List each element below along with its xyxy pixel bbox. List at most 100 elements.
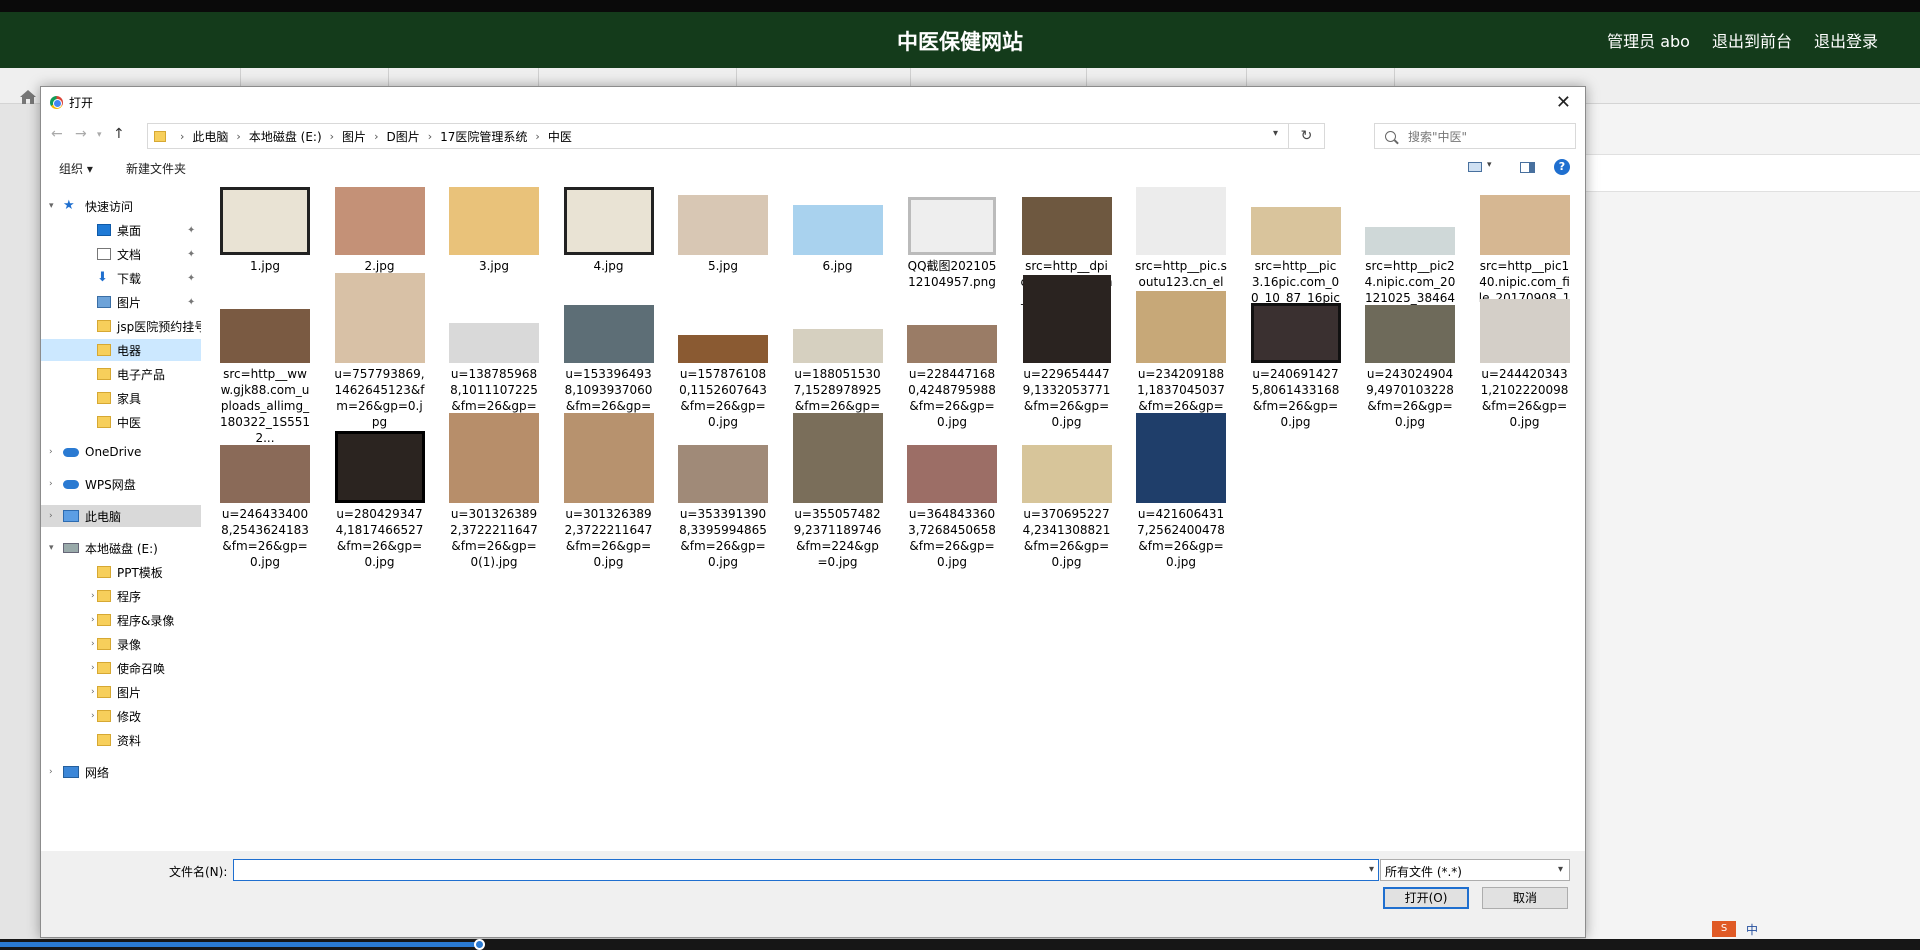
chevron-right-icon[interactable]: ›	[91, 639, 95, 649]
chevron-right-icon[interactable]: ›	[49, 511, 53, 521]
file-item[interactable]: u=2284471680,4248795988&fm=26&gp=0.jpg	[906, 325, 998, 430]
chevron-right-icon[interactable]: ›	[49, 479, 53, 489]
video-progress-bar[interactable]	[0, 939, 1920, 950]
new-folder-button[interactable]: 新建文件夹	[126, 160, 186, 177]
refresh-icon[interactable]: ↻	[1288, 124, 1324, 148]
breadcrumb-item[interactable]: 图片	[342, 128, 366, 145]
nav-item[interactable]: ⬇ 下载 ✦	[41, 267, 201, 289]
file-item[interactable]: 2.jpg	[334, 187, 426, 274]
image-thumbnail	[1021, 197, 1112, 255]
front-link[interactable]: 退出到前台	[1712, 28, 1792, 52]
file-item[interactable]: u=2804293474,1817466527&fm=26&gp=0.jpg	[334, 431, 426, 570]
nav-item[interactable]: › 此电脑	[41, 505, 201, 527]
file-item[interactable]: u=3533913908,3395994865&fm=26&gp=0.jpg	[677, 445, 769, 570]
nav-item[interactable]: 电子产品	[41, 363, 201, 385]
nav-item[interactable]: ▾ ★ 快速访问	[41, 195, 201, 217]
nav-item[interactable]: 资料	[41, 729, 201, 751]
nav-item[interactable]: › 使命召唤	[41, 657, 201, 679]
address-bar[interactable]: › 此电脑 › 本地磁盘 (E:) › 图片 › D图片 › 17医院管理系统 …	[147, 123, 1325, 149]
up-arrow-icon[interactable]: ↑	[113, 126, 125, 142]
system-tray: S 中	[1712, 920, 1758, 938]
organize-button[interactable]: 组织 ▾	[59, 160, 93, 177]
file-item[interactable]: u=2464334008,2543624183&fm=26&gp=0.jpg	[219, 445, 311, 570]
admin-user-link[interactable]: 管理员 abo	[1607, 28, 1690, 52]
forward-arrow-icon[interactable]: →	[75, 126, 87, 142]
recent-chevron-icon[interactable]: ▾	[97, 130, 102, 140]
sogou-ime-icon[interactable]: S	[1712, 921, 1736, 937]
breadcrumb-item[interactable]: D图片	[386, 128, 419, 145]
file-item[interactable]: u=3706952274,2341308821&fm=26&gp=0.jpg	[1021, 445, 1113, 570]
chevron-right-icon[interactable]: ›	[91, 615, 95, 625]
file-item[interactable]: u=2406914275,8061433168&fm=26&gp=0.jpg	[1250, 303, 1342, 430]
file-item[interactable]: u=1533964938,1093937060&fm=26&gp=0.jpg	[563, 305, 655, 430]
nav-item[interactable]: › 网络	[41, 761, 201, 783]
view-icon[interactable]	[1468, 162, 1482, 172]
file-item[interactable]: u=3648433603,7268450658&fm=26&gp=0.jpg	[906, 445, 998, 570]
cancel-button[interactable]: 取消	[1482, 887, 1568, 909]
file-item[interactable]: 3.jpg	[448, 187, 540, 274]
image-thumbnail	[563, 305, 654, 363]
file-item[interactable]: u=2296544479,1332053771&fm=26&gp=0.jpg	[1021, 275, 1113, 430]
file-item[interactable]: 6.jpg	[792, 205, 884, 274]
nav-item[interactable]: › 程序&录像	[41, 609, 201, 631]
file-item[interactable]: u=2430249049,4970103228&fm=26&gp=0.jpg	[1364, 305, 1456, 430]
home-icon[interactable]	[20, 90, 36, 104]
chevron-down-icon[interactable]: ▾	[49, 543, 54, 553]
file-item[interactable]: u=2444203431,2102220098&fm=26&gp=0.jpg	[1479, 299, 1571, 430]
filename-dropdown-icon[interactable]: ▾	[1369, 864, 1374, 875]
nav-item-label: 电器	[117, 343, 142, 358]
chevron-right-icon[interactable]: ›	[91, 663, 95, 673]
open-button[interactable]: 打开(O)	[1383, 887, 1469, 909]
nav-item[interactable]: › 修改	[41, 705, 201, 727]
nav-item[interactable]: 中医	[41, 411, 201, 433]
chevron-right-icon[interactable]: ›	[91, 591, 95, 601]
file-item[interactable]: QQ截图20210512104957.png	[906, 197, 998, 290]
nav-item[interactable]: PPT模板	[41, 561, 201, 583]
nav-item[interactable]: › 程序	[41, 585, 201, 607]
breadcrumb-item[interactable]: 17医院管理系统	[440, 128, 527, 145]
nav-item[interactable]: › 图片	[41, 681, 201, 703]
filetype-select[interactable]: 所有文件 (*.*) ▾	[1380, 859, 1570, 881]
file-item[interactable]: 5.jpg	[677, 195, 769, 274]
nav-item[interactable]: › 录像	[41, 633, 201, 655]
nav-item[interactable]: 电器	[41, 339, 201, 361]
chevron-right-icon[interactable]: ›	[91, 687, 95, 697]
file-item[interactable]: u=3013263892,3722211647&fm=26&gp=0.jpg	[563, 413, 655, 570]
close-icon[interactable]: ✕	[1556, 92, 1571, 113]
breadcrumb-item[interactable]: 此电脑	[192, 128, 228, 145]
preview-pane-icon[interactable]	[1520, 162, 1535, 173]
address-dropdown-icon[interactable]: ▾	[1273, 128, 1278, 139]
file-item[interactable]: u=4216064317,2562400478&fm=26&gp=0.jpg	[1135, 413, 1227, 570]
file-item[interactable]: src=http__www.gjk88.com_uploads_allimg_1…	[219, 309, 311, 446]
nav-item[interactable]: jsp医院预约挂号 ✦	[41, 315, 206, 337]
help-icon[interactable]: ?	[1554, 159, 1570, 175]
file-item[interactable]: u=757793869,1462645123&fm=26&gp=0.jpg	[334, 273, 426, 430]
ime-mode-indicator[interactable]: 中	[1746, 921, 1758, 938]
progress-knob[interactable]	[474, 939, 485, 950]
breadcrumb-item[interactable]: 中医	[548, 128, 572, 145]
chevron-right-icon[interactable]: ›	[49, 767, 53, 777]
file-item[interactable]: u=3013263892,3722211647&fm=26&gp=0(1).jp…	[448, 413, 540, 570]
chevron-right-icon: ›	[236, 129, 241, 143]
breadcrumb-item[interactable]: 本地磁盘 (E:)	[249, 128, 322, 145]
file-item[interactable]: 4.jpg	[563, 187, 655, 274]
file-item[interactable]: u=2342091881,1837045037&fm=26&gp=0.jpg	[1135, 291, 1227, 430]
nav-item[interactable]: › OneDrive	[41, 441, 201, 463]
nav-item[interactable]: 桌面 ✦	[41, 219, 201, 241]
file-item[interactable]: u=1578761080,1152607643&fm=26&gp=0.jpg	[677, 335, 769, 430]
filename-input[interactable]: ▾	[233, 859, 1379, 881]
nav-item[interactable]: 图片 ✦	[41, 291, 201, 313]
nav-item[interactable]: › WPS网盘	[41, 473, 201, 495]
search-box[interactable]: 搜索"中医"	[1374, 123, 1576, 149]
logout-link[interactable]: 退出登录	[1814, 28, 1878, 52]
view-dropdown-icon[interactable]: ▾	[1487, 160, 1492, 170]
file-item[interactable]: 1.jpg	[219, 187, 311, 274]
chevron-right-icon[interactable]: ›	[49, 447, 53, 457]
nav-item[interactable]: ▾ 本地磁盘 (E:)	[41, 537, 201, 559]
nav-item[interactable]: 家具	[41, 387, 201, 409]
chevron-down-icon[interactable]: ▾	[49, 201, 54, 211]
back-arrow-icon[interactable]: ←	[51, 126, 63, 142]
file-item[interactable]: u=3550574829,2371189746&fm=224&gp=0.jpg	[792, 413, 884, 570]
chevron-right-icon[interactable]: ›	[91, 711, 95, 721]
nav-item[interactable]: 文档 ✦	[41, 243, 201, 265]
